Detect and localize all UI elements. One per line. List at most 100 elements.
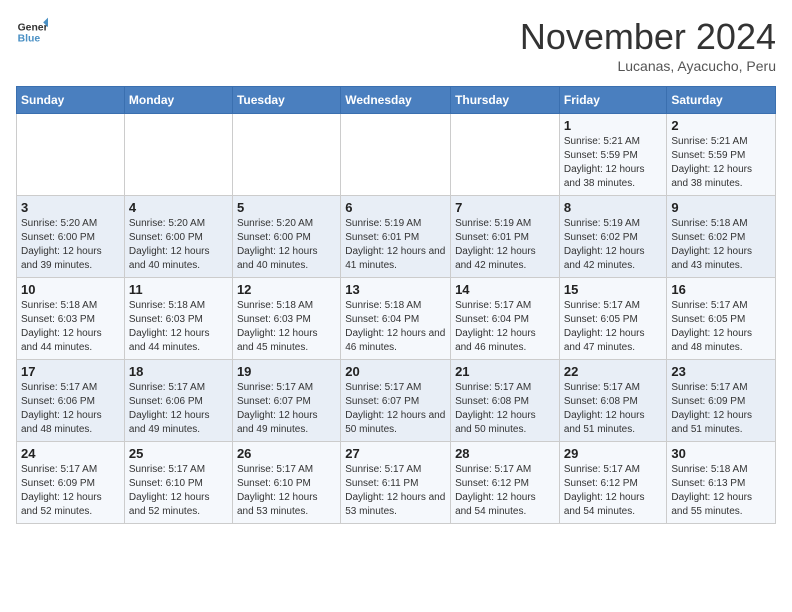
- day-info: Sunrise: 5:20 AM Sunset: 6:00 PM Dayligh…: [237, 217, 336, 273]
- location: Lucanas, Ayacucho, Peru: [520, 58, 776, 74]
- day-of-week-header: Thursday: [451, 87, 560, 114]
- calendar-day-cell: [451, 114, 560, 196]
- page-header: General Blue General Blue November 2024 …: [16, 16, 776, 74]
- calendar-day-cell: 2 Sunrise: 5:21 AM Sunset: 5:59 PM Daylig…: [667, 114, 776, 196]
- day-info: Sunrise: 5:18 AM Sunset: 6:03 PM Dayligh…: [21, 299, 120, 355]
- calendar-day-cell: 14 Sunrise: 5:17 AM Sunset: 6:04 PM Dayli…: [451, 278, 560, 360]
- svg-text:General: General: [18, 22, 48, 33]
- calendar-day-cell: 18Sunrise: 5:17 AM Sunset: 6:06 PM Dayli…: [124, 360, 232, 442]
- calendar-day-cell: 11 Sunrise: 5:18 AM Sunset: 6:03 PM Dayli…: [124, 278, 232, 360]
- day-number: 29: [564, 446, 663, 461]
- calendar-day-cell: 24 Sunrise: 5:17 AM Sunset: 6:09 PM Dayli…: [17, 442, 125, 524]
- day-number: 25: [129, 446, 228, 461]
- calendar-week-row: 3 Sunrise: 5:20 AM Sunset: 6:00 PM Daylig…: [17, 196, 776, 278]
- day-number: 11: [129, 282, 228, 297]
- day-of-week-header: Friday: [559, 87, 667, 114]
- calendar-day-cell: 30 Sunrise: 5:18 AM Sunset: 6:13 PM Dayli…: [667, 442, 776, 524]
- day-info: Sunrise: 5:18 AM Sunset: 6:02 PM Dayligh…: [671, 217, 771, 273]
- calendar-day-cell: 3Sunrise: 5:20 AM Sunset: 6:00 PM Daylig…: [17, 196, 125, 278]
- calendar-day-cell: 1 Sunrise: 5:21 AM Sunset: 5:59 PM Daylig…: [559, 114, 667, 196]
- day-number: 24: [21, 446, 120, 461]
- day-info: Sunrise: 5:19 AM Sunset: 6:01 PM Dayligh…: [345, 217, 446, 273]
- day-number: 10: [21, 282, 120, 297]
- day-number: 9: [671, 200, 771, 215]
- calendar-day-cell: 28Sunrise: 5:17 AM Sunset: 6:12 PM Dayli…: [451, 442, 560, 524]
- svg-text:Blue: Blue: [18, 34, 41, 45]
- calendar-day-cell: [341, 114, 451, 196]
- day-number: 27: [345, 446, 446, 461]
- calendar-day-cell: 8 Sunrise: 5:19 AM Sunset: 6:02 PM Daylig…: [559, 196, 667, 278]
- calendar-day-cell: 7Sunrise: 5:19 AM Sunset: 6:01 PM Daylig…: [451, 196, 560, 278]
- day-info: Sunrise: 5:21 AM Sunset: 5:59 PM Dayligh…: [564, 135, 663, 191]
- day-info: Sunrise: 5:17 AM Sunset: 6:06 PM Dayligh…: [129, 381, 228, 437]
- day-info: Sunrise: 5:17 AM Sunset: 6:07 PM Dayligh…: [237, 381, 336, 437]
- day-info: Sunrise: 5:17 AM Sunset: 6:12 PM Dayligh…: [564, 463, 663, 519]
- day-of-week-header: Wednesday: [341, 87, 451, 114]
- day-info: Sunrise: 5:17 AM Sunset: 6:09 PM Dayligh…: [671, 381, 771, 437]
- calendar-day-cell: [124, 114, 232, 196]
- day-info: Sunrise: 5:18 AM Sunset: 6:03 PM Dayligh…: [129, 299, 228, 355]
- calendar-day-cell: 16Sunrise: 5:17 AM Sunset: 6:05 PM Dayli…: [667, 278, 776, 360]
- day-number: 20: [345, 364, 446, 379]
- day-of-week-header: Saturday: [667, 87, 776, 114]
- day-number: 15: [564, 282, 663, 297]
- day-info: Sunrise: 5:17 AM Sunset: 6:10 PM Dayligh…: [237, 463, 336, 519]
- calendar-day-cell: 26 Sunrise: 5:17 AM Sunset: 6:10 PM Dayli…: [232, 442, 340, 524]
- day-number: 22: [564, 364, 663, 379]
- day-info: Sunrise: 5:17 AM Sunset: 6:07 PM Dayligh…: [345, 381, 446, 437]
- calendar-day-cell: 20 Sunrise: 5:17 AM Sunset: 6:07 PM Dayli…: [341, 360, 451, 442]
- day-of-week-header: Tuesday: [232, 87, 340, 114]
- day-number: 30: [671, 446, 771, 461]
- day-info: Sunrise: 5:19 AM Sunset: 6:02 PM Dayligh…: [564, 217, 663, 273]
- calendar-day-cell: 29 Sunrise: 5:17 AM Sunset: 6:12 PM Dayli…: [559, 442, 667, 524]
- day-number: 14: [455, 282, 555, 297]
- day-info: Sunrise: 5:17 AM Sunset: 6:10 PM Dayligh…: [129, 463, 228, 519]
- day-number: 13: [345, 282, 446, 297]
- day-info: Sunrise: 5:21 AM Sunset: 5:59 PM Dayligh…: [671, 135, 771, 191]
- calendar-week-row: 10 Sunrise: 5:18 AM Sunset: 6:03 PM Dayli…: [17, 278, 776, 360]
- day-of-week-header: Sunday: [17, 87, 125, 114]
- day-number: 26: [237, 446, 336, 461]
- calendar-day-cell: [17, 114, 125, 196]
- day-number: 23: [671, 364, 771, 379]
- day-number: 28: [455, 446, 555, 461]
- day-number: 3: [21, 200, 120, 215]
- calendar-day-cell: 13 Sunrise: 5:18 AM Sunset: 6:04 PM Dayli…: [341, 278, 451, 360]
- day-number: 1: [564, 118, 663, 133]
- month-title: November 2024: [520, 16, 776, 58]
- calendar-day-cell: 12 Sunrise: 5:18 AM Sunset: 6:03 PM Dayli…: [232, 278, 340, 360]
- day-info: Sunrise: 5:17 AM Sunset: 6:08 PM Dayligh…: [455, 381, 555, 437]
- day-number: 2: [671, 118, 771, 133]
- day-number: 6: [345, 200, 446, 215]
- day-info: Sunrise: 5:20 AM Sunset: 6:00 PM Dayligh…: [129, 217, 228, 273]
- day-info: Sunrise: 5:17 AM Sunset: 6:09 PM Dayligh…: [21, 463, 120, 519]
- day-number: 12: [237, 282, 336, 297]
- day-number: 17: [21, 364, 120, 379]
- day-info: Sunrise: 5:18 AM Sunset: 6:04 PM Dayligh…: [345, 299, 446, 355]
- calendar-day-cell: 22Sunrise: 5:17 AM Sunset: 6:08 PM Dayli…: [559, 360, 667, 442]
- calendar-day-cell: 5 Sunrise: 5:20 AM Sunset: 6:00 PM Daylig…: [232, 196, 340, 278]
- day-number: 5: [237, 200, 336, 215]
- day-number: 8: [564, 200, 663, 215]
- calendar-day-cell: 19Sunrise: 5:17 AM Sunset: 6:07 PM Dayli…: [232, 360, 340, 442]
- day-info: Sunrise: 5:18 AM Sunset: 6:03 PM Dayligh…: [237, 299, 336, 355]
- day-info: Sunrise: 5:17 AM Sunset: 6:11 PM Dayligh…: [345, 463, 446, 519]
- calendar-day-cell: 15 Sunrise: 5:17 AM Sunset: 6:05 PM Dayli…: [559, 278, 667, 360]
- day-info: Sunrise: 5:18 AM Sunset: 6:13 PM Dayligh…: [671, 463, 771, 519]
- calendar-day-cell: 9 Sunrise: 5:18 AM Sunset: 6:02 PM Daylig…: [667, 196, 776, 278]
- calendar-day-cell: 21 Sunrise: 5:17 AM Sunset: 6:08 PM Dayli…: [451, 360, 560, 442]
- logo: General Blue General Blue: [16, 16, 48, 48]
- calendar-day-cell: [232, 114, 340, 196]
- calendar-header-row: SundayMondayTuesdayWednesdayThursdayFrid…: [17, 87, 776, 114]
- calendar-day-cell: 27 Sunrise: 5:17 AM Sunset: 6:11 PM Dayli…: [341, 442, 451, 524]
- day-info: Sunrise: 5:17 AM Sunset: 6:05 PM Dayligh…: [671, 299, 771, 355]
- day-number: 21: [455, 364, 555, 379]
- calendar-day-cell: 4 Sunrise: 5:20 AM Sunset: 6:00 PM Daylig…: [124, 196, 232, 278]
- day-info: Sunrise: 5:17 AM Sunset: 6:05 PM Dayligh…: [564, 299, 663, 355]
- calendar-week-row: 24 Sunrise: 5:17 AM Sunset: 6:09 PM Dayli…: [17, 442, 776, 524]
- day-info: Sunrise: 5:17 AM Sunset: 6:04 PM Dayligh…: [455, 299, 555, 355]
- calendar-week-row: 1 Sunrise: 5:21 AM Sunset: 5:59 PM Daylig…: [17, 114, 776, 196]
- calendar-day-cell: 10 Sunrise: 5:18 AM Sunset: 6:03 PM Dayli…: [17, 278, 125, 360]
- day-number: 4: [129, 200, 228, 215]
- calendar-day-cell: 23 Sunrise: 5:17 AM Sunset: 6:09 PM Dayli…: [667, 360, 776, 442]
